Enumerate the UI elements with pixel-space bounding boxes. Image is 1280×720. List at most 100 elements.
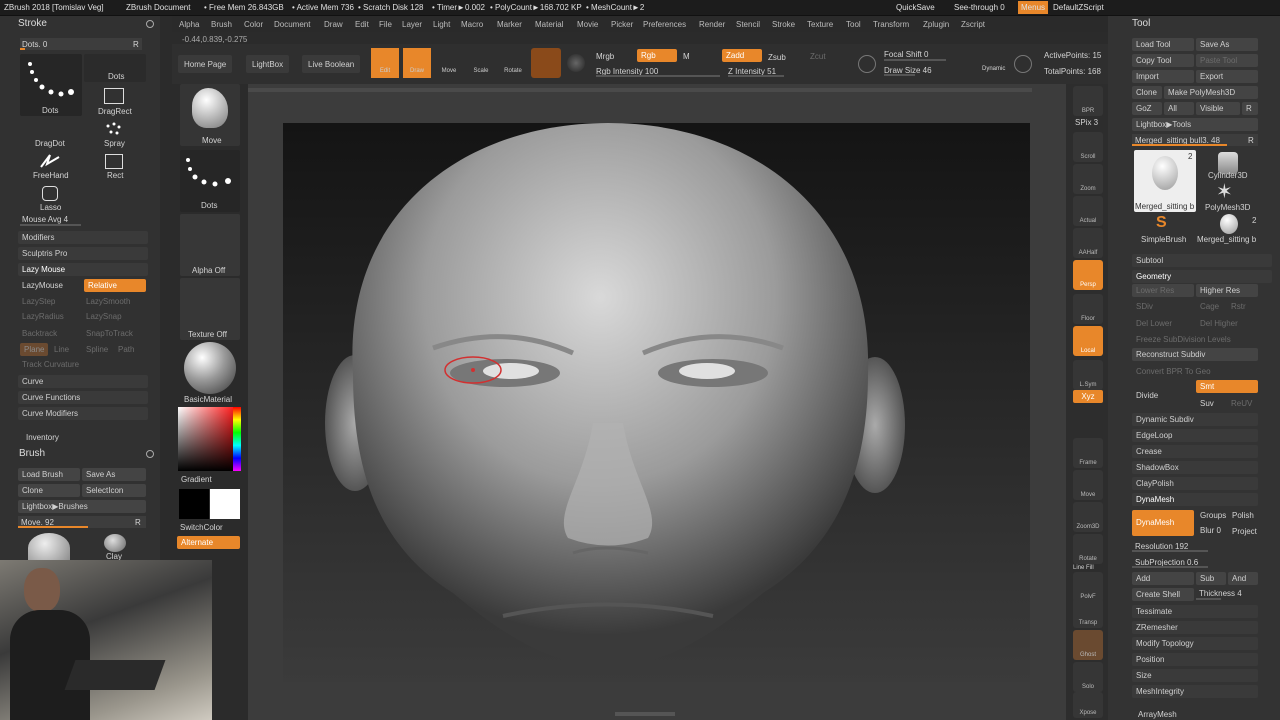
menu-file[interactable]: File [379, 20, 392, 29]
menu-macro[interactable]: Macro [461, 20, 483, 29]
tool-clone-button[interactable]: Clone [1132, 86, 1162, 99]
menu-edit[interactable]: Edit [355, 20, 369, 29]
menu-color[interactable]: Color [244, 20, 263, 29]
move-brush-thumb[interactable] [28, 533, 70, 563]
line-fill-label[interactable]: Line Fill [1073, 565, 1094, 571]
local-button[interactable]: Local [1073, 326, 1103, 356]
refresh-icon[interactable] [146, 450, 154, 458]
menu-texture[interactable]: Texture [807, 20, 833, 29]
move-button[interactable]: Move [435, 48, 463, 78]
rotate-view-button[interactable]: Rotate [1073, 534, 1103, 564]
relative-button[interactable]: Relative [84, 279, 146, 292]
main-color-swatch[interactable] [210, 489, 240, 519]
draw-button[interactable]: Draw [403, 48, 431, 78]
material-swatch-icon[interactable] [531, 48, 561, 78]
lazy-mouse-section[interactable]: Lazy Mouse [18, 263, 148, 276]
simplebrush-thumb[interactable]: SimpleBrush [1141, 235, 1186, 244]
menu-transform[interactable]: Transform [873, 20, 909, 29]
thickness-slider[interactable]: Thickness 4 [1196, 588, 1258, 600]
dynamic-label[interactable]: Dynamic [982, 66, 1005, 72]
zremesher-section[interactable]: ZRemesher [1132, 621, 1258, 634]
solo-button[interactable]: Solo [1073, 662, 1103, 692]
r-label[interactable]: R [135, 518, 141, 527]
higher-res-button[interactable]: Higher Res [1196, 284, 1258, 297]
color-picker[interactable] [178, 407, 241, 471]
size-section[interactable]: Size [1132, 669, 1258, 682]
spix-slider[interactable]: SPix 3 [1075, 118, 1098, 127]
brush-save-as-button[interactable]: Save As [82, 468, 146, 481]
path-button[interactable]: Path [118, 345, 134, 354]
resolution-slider[interactable]: Resolution 192 [1132, 540, 1258, 552]
rgb-intensity-slider[interactable]: Rgb Intensity 100 [596, 65, 720, 77]
menu-preferences[interactable]: Preferences [643, 20, 686, 29]
tool-r-button[interactable]: R [1242, 102, 1258, 115]
claypolish-section[interactable]: ClayPolish [1132, 477, 1258, 490]
menu-draw[interactable]: Draw [324, 20, 343, 29]
menu-tool[interactable]: Tool [846, 20, 861, 29]
default-zscript[interactable]: DefaultZScript [1053, 3, 1104, 12]
inventory-button[interactable]: Inventory [26, 433, 59, 442]
convert-bpr-button[interactable]: Convert BPR To Geo [1136, 367, 1211, 376]
menu-zplugin[interactable]: Zplugin [923, 20, 949, 29]
sdiv-slider[interactable]: SDiv [1136, 302, 1153, 311]
rgb-button[interactable]: Rgb [637, 49, 677, 62]
import-button[interactable]: Import [1132, 70, 1194, 83]
curve-modifiers-button[interactable]: Curve Modifiers [18, 407, 148, 420]
menu-stroke[interactable]: Stroke [772, 20, 795, 29]
sphere-icon[interactable] [567, 54, 585, 72]
alternate-button[interactable]: Alternate [177, 536, 240, 549]
stroke-dragdot[interactable]: DragDot [35, 139, 65, 148]
zoom-button[interactable]: Zoom [1073, 164, 1103, 194]
lazysmooth-slider[interactable]: LazySmooth [86, 297, 130, 306]
move-brush-slider[interactable]: Move. 92 R [18, 516, 146, 528]
menu-marker[interactable]: Marker [497, 20, 522, 29]
spline-button[interactable]: Spline [86, 345, 108, 354]
menu-movie[interactable]: Movie [577, 20, 598, 29]
switch-color-button[interactable]: SwitchColor [180, 523, 223, 532]
freeze-subdivision-button[interactable]: Freeze SubDivision Levels [1136, 335, 1231, 344]
menu-render[interactable]: Render [699, 20, 725, 29]
move-view-button[interactable]: Move [1073, 470, 1103, 500]
canvas-scrollbar[interactable] [248, 88, 1032, 92]
zcut-button[interactable]: Zcut [810, 52, 826, 61]
viewport-canvas[interactable] [283, 123, 1030, 682]
sculptris-pro-button[interactable]: Sculptris Pro [18, 247, 148, 260]
aahalf-button[interactable]: AAHalf [1073, 228, 1103, 258]
lazystep-slider[interactable]: LazyStep [22, 297, 55, 306]
mouse-avg-slider[interactable]: Mouse Avg 4 [20, 214, 142, 226]
dots-slider[interactable]: Dots. 0 R [20, 38, 142, 50]
del-lower-button[interactable]: Del Lower [1136, 319, 1172, 328]
secondary-color-swatch[interactable] [179, 489, 209, 519]
canvas-bottom-scroll[interactable] [615, 712, 675, 716]
lazysnap-slider[interactable]: LazySnap [86, 312, 122, 321]
bpr-button[interactable]: BPR [1073, 86, 1103, 116]
menu-brush[interactable]: Brush [211, 20, 232, 29]
brush-panel-title[interactable]: Brush [19, 448, 45, 459]
stroke-dragrect[interactable]: DragRect [98, 107, 132, 116]
dynamic-icon[interactable] [1014, 55, 1032, 73]
home-page-button[interactable]: Home Page [178, 55, 233, 73]
sub-button[interactable]: Sub [1196, 572, 1226, 585]
goz-button[interactable]: GoZ [1132, 102, 1162, 115]
clay-brush-thumb[interactable] [104, 534, 126, 552]
move-brush-tile[interactable]: Move [180, 84, 240, 146]
menu-layer[interactable]: Layer [402, 20, 422, 29]
menu-light[interactable]: Light [433, 20, 450, 29]
ghost-button[interactable]: Ghost [1073, 630, 1103, 660]
m-button[interactable]: M [683, 52, 690, 61]
lightbox-button[interactable]: LightBox [246, 55, 290, 73]
create-shell-button[interactable]: Create Shell [1132, 588, 1194, 601]
lightbox-brushes-button[interactable]: Lightbox▶Brushes [18, 500, 146, 513]
stroke-spray[interactable]: Spray [104, 139, 125, 148]
zadd-button[interactable]: Zadd [722, 49, 762, 62]
curve-functions-button[interactable]: Curve Functions [18, 391, 148, 404]
merged-tool-slider[interactable]: Merged_sitting bull3. 48 R [1132, 134, 1258, 146]
merged-thumb-2[interactable]: Merged_sitting b [1197, 235, 1256, 244]
live-boolean-button[interactable]: Live Boolean [302, 55, 361, 73]
tool-thumb-merged[interactable]: Merged_sitting b 2 [1134, 150, 1196, 212]
menu-alpha[interactable]: Alpha [179, 20, 199, 29]
frame-button[interactable]: Frame [1073, 438, 1103, 468]
brush-clone-button[interactable]: Clone [18, 484, 80, 497]
crease-section[interactable]: Crease [1132, 445, 1258, 458]
stroke-dots-small[interactable]: Dots [84, 54, 146, 82]
